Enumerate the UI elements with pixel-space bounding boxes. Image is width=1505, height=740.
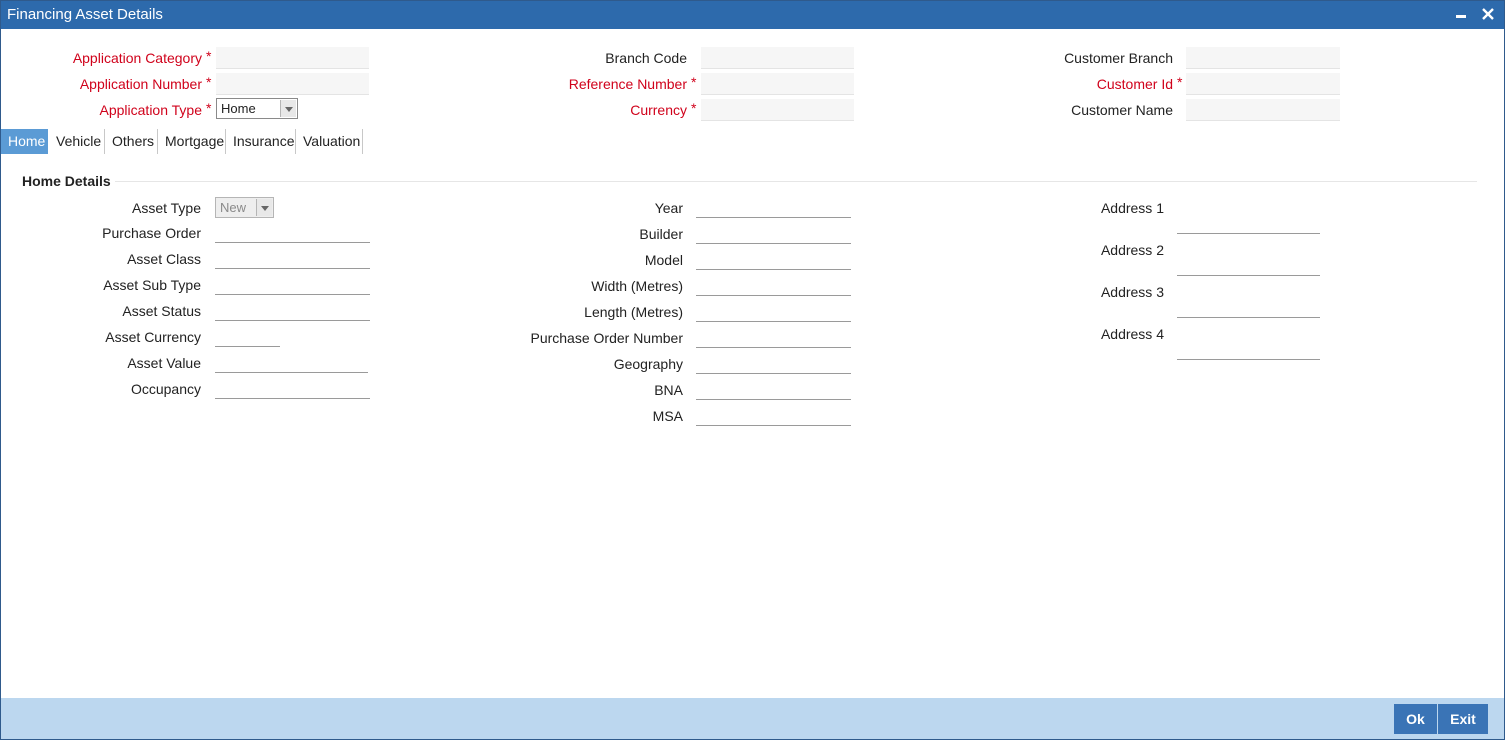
width-metres-field[interactable]: [696, 274, 851, 296]
application-type-select[interactable]: Home: [216, 98, 298, 119]
tab-mortgage[interactable]: Mortgage: [158, 129, 226, 154]
required-indicator: *: [206, 100, 212, 116]
address-1-label: Address 1: [1100, 200, 1164, 216]
tab-valuation[interactable]: Valuation: [296, 129, 363, 154]
address-4-label: Address 4: [1100, 326, 1164, 342]
year-field[interactable]: [696, 196, 851, 218]
asset-type-label: Asset Type: [131, 200, 201, 216]
customer-id-label: Customer Id: [1096, 76, 1173, 92]
asset-currency-field[interactable]: [215, 325, 280, 347]
geography-field[interactable]: [696, 352, 851, 374]
address-4-field[interactable]: [1177, 338, 1320, 360]
required-indicator: *: [691, 74, 697, 90]
required-indicator: *: [206, 48, 212, 64]
currency-label: Currency: [630, 102, 687, 118]
chevron-down-icon: [256, 199, 272, 216]
reference-number-field[interactable]: [701, 73, 854, 95]
application-category-label: Application Category: [72, 50, 202, 66]
address-3-label: Address 3: [1100, 284, 1164, 300]
asset-class-field[interactable]: [215, 247, 370, 269]
asset-currency-label: Asset Currency: [105, 329, 201, 345]
tab-insurance[interactable]: Insurance: [226, 129, 296, 154]
tab-vehicle[interactable]: Vehicle: [49, 129, 105, 154]
msa-label: MSA: [652, 408, 683, 424]
address-3-field[interactable]: [1177, 296, 1320, 318]
application-number-field[interactable]: [216, 73, 369, 95]
length-metres-field[interactable]: [696, 300, 851, 322]
application-number-label: Application Number: [79, 76, 202, 92]
application-type-value: Home: [221, 101, 256, 116]
address-2-label: Address 2: [1100, 242, 1164, 258]
address-2-field[interactable]: [1177, 254, 1320, 276]
customer-name-field[interactable]: [1186, 99, 1340, 121]
width-metres-label: Width (Metres): [591, 278, 683, 294]
window-title: Financing Asset Details: [7, 6, 163, 23]
asset-type-select[interactable]: New: [215, 197, 274, 218]
customer-branch-label: Customer Branch: [1064, 50, 1173, 66]
required-indicator: *: [1177, 74, 1183, 90]
asset-type-value: New: [220, 200, 247, 215]
geography-label: Geography: [613, 356, 683, 372]
customer-id-field[interactable]: [1186, 73, 1340, 95]
home-details-title: Home Details: [22, 173, 115, 189]
asset-value-field[interactable]: [215, 351, 368, 373]
asset-sub-type-label: Asset Sub Type: [103, 277, 201, 293]
title-bar: Financing Asset Details: [1, 1, 1504, 29]
exit-button[interactable]: Exit: [1438, 704, 1488, 734]
tab-home[interactable]: Home: [1, 129, 48, 154]
required-indicator: *: [691, 100, 697, 116]
chevron-down-icon: [280, 100, 296, 117]
builder-label: Builder: [639, 226, 683, 242]
bna-label: BNA: [654, 382, 683, 398]
application-category-field[interactable]: [216, 47, 369, 69]
model-label: Model: [644, 252, 683, 268]
purchase-order-number-label: Purchase Order Number: [530, 330, 683, 346]
occupancy-field[interactable]: [215, 377, 370, 399]
customer-name-label: Customer Name: [1071, 102, 1173, 118]
occupancy-label: Occupancy: [130, 381, 201, 397]
purchase-order-field[interactable]: [215, 221, 370, 243]
purchase-order-label: Purchase Order: [102, 225, 201, 241]
purchase-order-number-field[interactable]: [696, 326, 851, 348]
close-icon[interactable]: [1478, 4, 1498, 24]
length-metres-label: Length (Metres): [584, 304, 683, 320]
customer-branch-field[interactable]: [1186, 47, 1340, 69]
currency-field[interactable]: [701, 99, 854, 121]
asset-sub-type-field[interactable]: [215, 273, 370, 295]
asset-status-label: Asset Status: [122, 303, 201, 319]
year-label: Year: [654, 200, 683, 216]
model-field[interactable]: [696, 248, 851, 270]
msa-field[interactable]: [696, 404, 851, 426]
asset-value-label: Asset Value: [127, 355, 201, 371]
application-type-label: Application Type: [99, 102, 202, 118]
ok-button[interactable]: Ok: [1394, 704, 1437, 734]
branch-code-label: Branch Code: [605, 50, 687, 66]
footer-bar: [1, 698, 1504, 739]
financing-asset-details-window: Financing Asset Details Application Cate…: [0, 0, 1505, 740]
branch-code-field[interactable]: [701, 47, 854, 69]
bna-field[interactable]: [696, 378, 851, 400]
builder-field[interactable]: [696, 222, 851, 244]
section-divider: [22, 181, 1477, 182]
tab-others[interactable]: Others: [105, 129, 158, 154]
reference-number-label: Reference Number: [568, 76, 687, 92]
minimize-icon[interactable]: [1451, 4, 1471, 24]
address-1-field[interactable]: [1177, 212, 1320, 234]
asset-status-field[interactable]: [215, 299, 370, 321]
asset-class-label: Asset Class: [127, 251, 201, 267]
required-indicator: *: [206, 74, 212, 90]
